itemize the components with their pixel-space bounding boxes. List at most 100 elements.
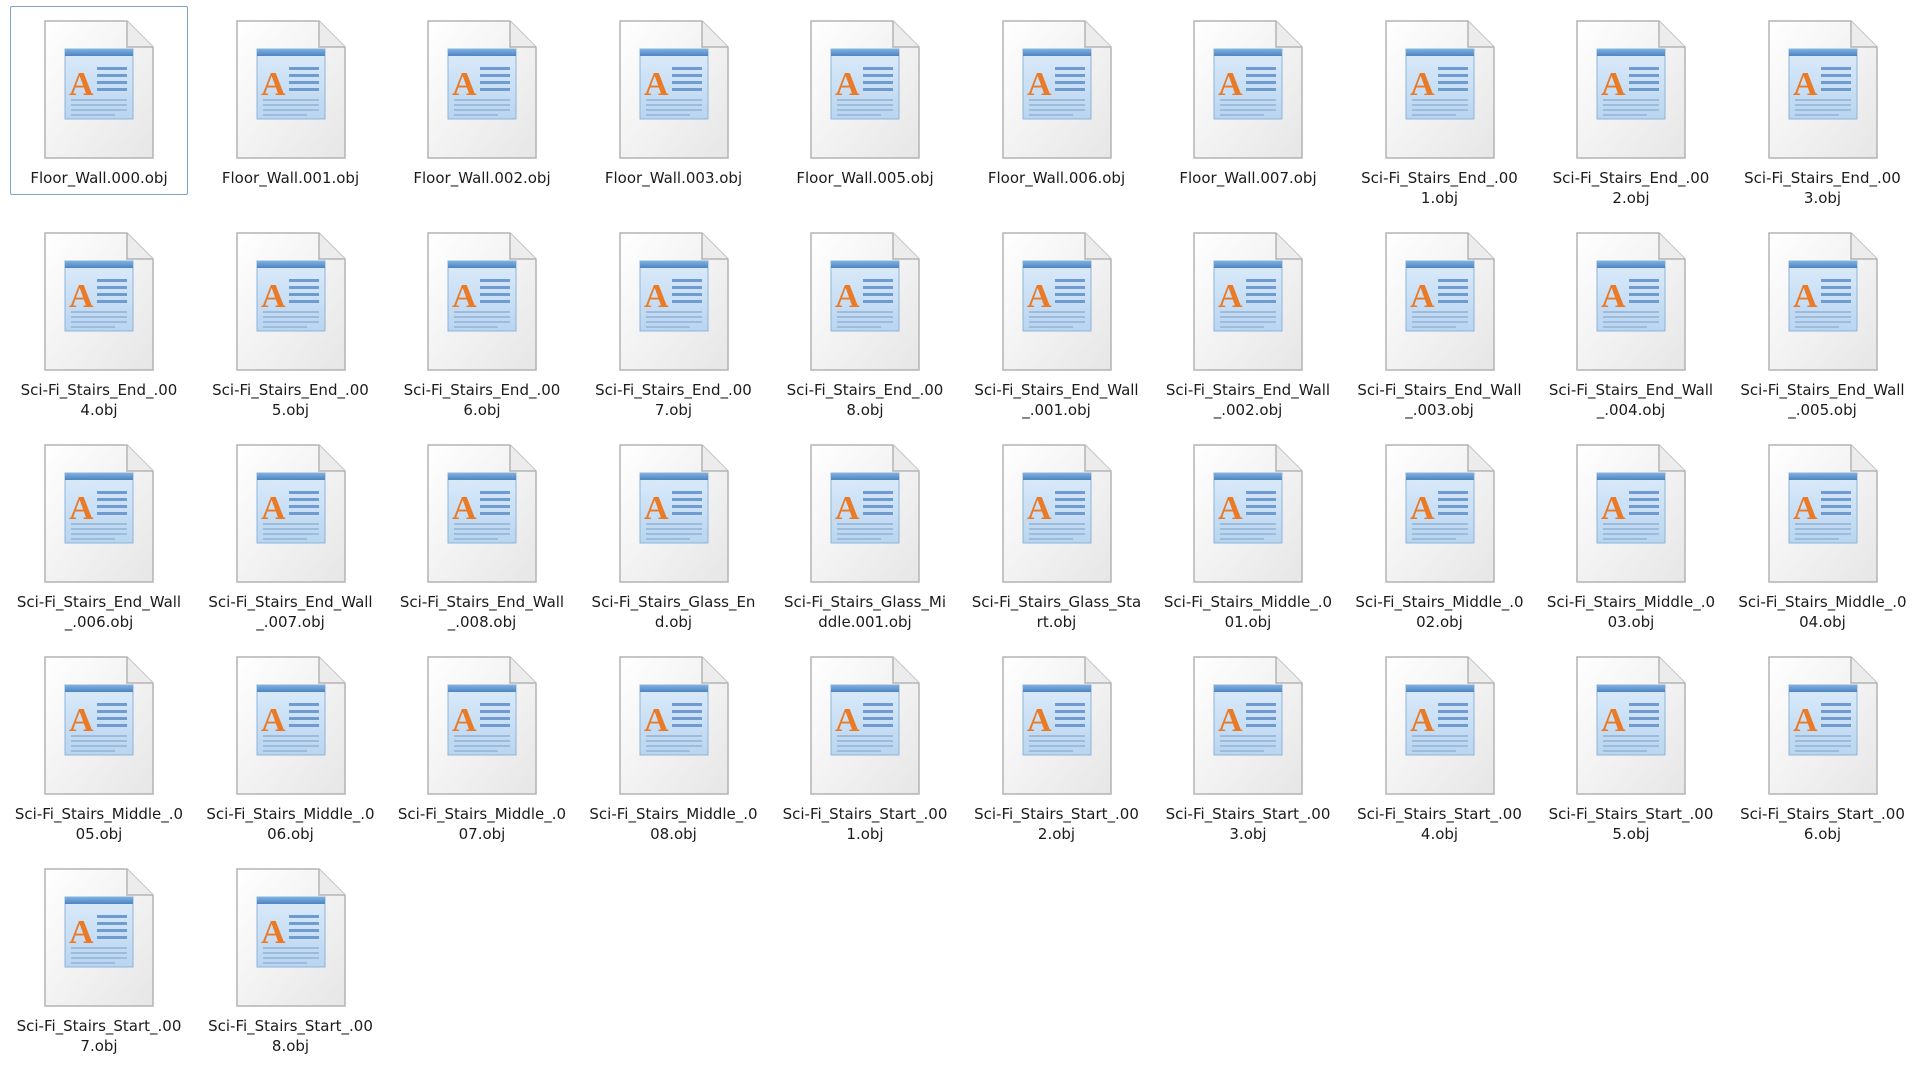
- svg-text:A: A: [1218, 702, 1243, 739]
- wordpad-document-icon: A: [807, 653, 923, 798]
- svg-text:A: A: [835, 490, 860, 527]
- file-item[interactable]: A Sci-Fi_Stairs_Start_.004.obj: [1351, 642, 1529, 843]
- file-item[interactable]: A Sci-Fi_Stairs_End_Wall_.002.obj: [1159, 218, 1337, 419]
- wordpad-document-icon: A: [1573, 17, 1689, 162]
- file-item[interactable]: A Sci-Fi_Stairs_Start_.006.obj: [1734, 642, 1912, 843]
- file-name-label: Sci-Fi_Stairs_End_.008.obj: [786, 381, 944, 419]
- svg-text:A: A: [644, 278, 669, 315]
- file-item[interactable]: A Sci-Fi_Stairs_Start_.005.obj: [1542, 642, 1720, 843]
- svg-text:A: A: [69, 702, 94, 739]
- file-item[interactable]: A Sci-Fi_Stairs_Middle_.002.obj: [1351, 430, 1529, 631]
- file-item[interactable]: A Floor_Wall.007.obj: [1159, 6, 1337, 195]
- file-item[interactable]: A Floor_Wall.001.obj: [202, 6, 380, 195]
- wordpad-document-icon: A: [1382, 653, 1498, 798]
- wordpad-document-icon: A: [233, 17, 349, 162]
- file-item[interactable]: A Sci-Fi_Stairs_End_Wall_.004.obj: [1542, 218, 1720, 419]
- file-name-label: Sci-Fi_Stairs_Start_.008.obj: [208, 1017, 373, 1055]
- svg-text:A: A: [1601, 278, 1626, 315]
- file-item[interactable]: A Sci-Fi_Stairs_Start_.008.obj: [202, 854, 380, 1055]
- file-item[interactable]: A Sci-Fi_Stairs_End_.003.obj: [1734, 6, 1912, 207]
- file-item[interactable]: A Sci-Fi_Stairs_Start_.002.obj: [968, 642, 1146, 843]
- svg-text:A: A: [644, 702, 669, 739]
- wordpad-document-icon: A: [1190, 17, 1306, 162]
- file-item[interactable]: A Sci-Fi_Stairs_End_.002.obj: [1542, 6, 1720, 207]
- file-name-label: Sci-Fi_Stairs_Middle_.001.obj: [1163, 593, 1333, 631]
- file-item[interactable]: A Sci-Fi_Stairs_Glass_End.obj: [585, 430, 763, 631]
- file-item[interactable]: A Sci-Fi_Stairs_End_Wall_.001.obj: [968, 218, 1146, 419]
- file-item[interactable]: A Sci-Fi_Stairs_Glass_Middle.001.obj: [776, 430, 954, 631]
- svg-text:A: A: [835, 702, 860, 739]
- file-name-label: Sci-Fi_Stairs_Middle_.007.obj: [397, 805, 567, 843]
- file-item[interactable]: A Sci-Fi_Stairs_End_Wall_.005.obj: [1734, 218, 1912, 419]
- file-name-label: Sci-Fi_Stairs_Start_.002.obj: [974, 805, 1139, 843]
- file-item[interactable]: A Sci-Fi_Stairs_Glass_Start.obj: [968, 430, 1146, 631]
- wordpad-document-icon: A: [999, 17, 1115, 162]
- svg-text:A: A: [835, 278, 860, 315]
- file-item[interactable]: A Floor_Wall.005.obj: [776, 6, 954, 195]
- wordpad-document-icon: A: [1573, 229, 1689, 374]
- file-name-label: Sci-Fi_Stairs_Middle_.003.obj: [1546, 593, 1716, 631]
- svg-text:A: A: [1793, 702, 1818, 739]
- file-name-label: Sci-Fi_Stairs_End_Wall_.005.obj: [1740, 381, 1905, 419]
- svg-text:A: A: [1027, 702, 1052, 739]
- file-name-label: Sci-Fi_Stairs_Start_.007.obj: [16, 1017, 182, 1055]
- file-name-label: Floor_Wall.002.obj: [413, 169, 551, 187]
- wordpad-document-icon: A: [233, 441, 349, 586]
- file-name-label: Sci-Fi_Stairs_End_Wall_.003.obj: [1357, 381, 1522, 419]
- wordpad-document-icon: A: [616, 441, 732, 586]
- file-item[interactable]: A Sci-Fi_Stairs_Middle_.008.obj: [585, 642, 763, 843]
- wordpad-document-icon: A: [1765, 229, 1881, 374]
- svg-text:A: A: [1793, 278, 1818, 315]
- file-item[interactable]: A Sci-Fi_Stairs_End_Wall_.008.obj: [393, 430, 571, 631]
- svg-text:A: A: [69, 278, 94, 315]
- file-name-label: Floor_Wall.000.obj: [30, 169, 168, 187]
- file-item[interactable]: A Floor_Wall.002.obj: [393, 6, 571, 195]
- file-name-label: Sci-Fi_Stairs_End_Wall_.006.obj: [16, 593, 182, 631]
- svg-text:A: A: [1027, 66, 1052, 103]
- file-name-label: Sci-Fi_Stairs_Glass_End.obj: [591, 593, 756, 631]
- file-item[interactable]: A Sci-Fi_Stairs_Start_.001.obj: [776, 642, 954, 843]
- wordpad-document-icon: A: [1573, 441, 1689, 586]
- file-item[interactable]: A Sci-Fi_Stairs_End_.005.obj: [202, 218, 380, 419]
- file-name-label: Sci-Fi_Stairs_End_.002.obj: [1552, 169, 1710, 207]
- wordpad-document-icon: A: [1382, 229, 1498, 374]
- file-item[interactable]: A Sci-Fi_Stairs_End_.006.obj: [393, 218, 571, 419]
- wordpad-document-icon: A: [1765, 441, 1881, 586]
- file-name-label: Sci-Fi_Stairs_End_Wall_.002.obj: [1165, 381, 1331, 419]
- file-item[interactable]: A Sci-Fi_Stairs_End_Wall_.007.obj: [202, 430, 380, 631]
- file-item[interactable]: A Sci-Fi_Stairs_End_.007.obj: [585, 218, 763, 419]
- file-item[interactable]: A Sci-Fi_Stairs_End_Wall_.006.obj: [10, 430, 188, 631]
- svg-text:A: A: [1410, 702, 1435, 739]
- file-item[interactable]: A Sci-Fi_Stairs_Middle_.004.obj: [1734, 430, 1912, 631]
- file-grid: A Floor_Wall.000.obj A Floor_Wall.001.ob…: [10, 6, 1918, 1066]
- wordpad-document-icon: A: [424, 653, 540, 798]
- file-item[interactable]: A Floor_Wall.006.obj: [968, 6, 1146, 195]
- file-name-label: Sci-Fi_Stairs_Glass_Start.obj: [971, 593, 1142, 631]
- svg-text:A: A: [261, 278, 286, 315]
- file-name-label: Sci-Fi_Stairs_End_Wall_.001.obj: [974, 381, 1139, 419]
- file-item[interactable]: A Sci-Fi_Stairs_End_Wall_.003.obj: [1351, 218, 1529, 419]
- svg-text:A: A: [644, 66, 669, 103]
- file-item[interactable]: A Sci-Fi_Stairs_Middle_.003.obj: [1542, 430, 1720, 631]
- file-item[interactable]: A Sci-Fi_Stairs_Middle_.007.obj: [393, 642, 571, 843]
- file-item[interactable]: A Sci-Fi_Stairs_Middle_.005.obj: [10, 642, 188, 843]
- svg-text:A: A: [1027, 490, 1052, 527]
- file-item[interactable]: A Sci-Fi_Stairs_Middle_.006.obj: [202, 642, 380, 843]
- file-name-label: Sci-Fi_Stairs_Start_.005.obj: [1548, 805, 1714, 843]
- file-name-label: Floor_Wall.003.obj: [604, 169, 743, 187]
- file-item[interactable]: A Floor_Wall.003.obj: [585, 6, 763, 195]
- file-name-label: Sci-Fi_Stairs_Middle_.002.obj: [1355, 593, 1524, 631]
- file-item[interactable]: A Sci-Fi_Stairs_Middle_.001.obj: [1159, 430, 1337, 631]
- file-item[interactable]: A Floor_Wall.000.obj: [10, 6, 188, 195]
- wordpad-document-icon: A: [424, 17, 540, 162]
- svg-text:A: A: [1601, 66, 1626, 103]
- wordpad-document-icon: A: [41, 229, 157, 374]
- file-item[interactable]: A Sci-Fi_Stairs_Start_.003.obj: [1159, 642, 1337, 843]
- file-name-label: Sci-Fi_Stairs_End_Wall_.008.obj: [399, 593, 565, 631]
- svg-text:A: A: [1218, 490, 1243, 527]
- file-item[interactable]: A Sci-Fi_Stairs_End_.008.obj: [776, 218, 954, 419]
- file-item[interactable]: A Sci-Fi_Stairs_End_.001.obj: [1351, 6, 1529, 207]
- file-item[interactable]: A Sci-Fi_Stairs_Start_.007.obj: [10, 854, 188, 1055]
- file-item[interactable]: A Sci-Fi_Stairs_End_.004.obj: [10, 218, 188, 419]
- svg-text:A: A: [1218, 278, 1243, 315]
